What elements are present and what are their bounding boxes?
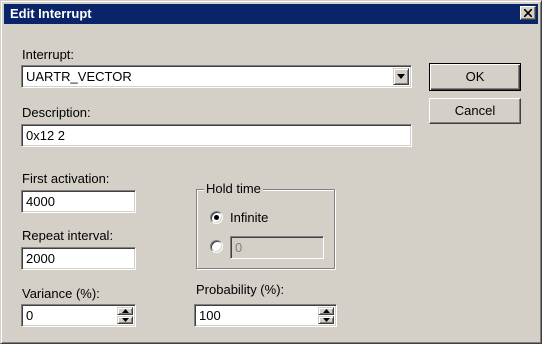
variance-spin-up[interactable] (117, 307, 133, 315)
interrupt-label: Interrupt: (22, 47, 75, 62)
interrupt-dropdown-button[interactable] (393, 68, 409, 85)
first-activation-label: First activation: (22, 171, 110, 186)
description-input[interactable]: 0x12 2 (21, 124, 412, 147)
interrupt-value: UARTR_VECTOR (26, 69, 132, 84)
description-label: Description: (22, 105, 91, 120)
probability-spin-up[interactable] (318, 307, 334, 315)
variance-spinbox[interactable]: 0 (21, 304, 136, 327)
edit-interrupt-dialog: Edit Interrupt Interrupt: UARTR_VECTOR D… (0, 0, 542, 344)
probability-value: 100 (199, 308, 221, 323)
radio-selected-dot (214, 215, 219, 220)
repeat-interval-input[interactable]: 2000 (21, 247, 136, 270)
hold-time-label: Hold time (204, 181, 263, 196)
hold-time-value: 0 (235, 240, 243, 255)
probability-label: Probability (%): (196, 282, 285, 297)
probability-spinbox[interactable]: 100 (194, 304, 337, 327)
close-button[interactable] (520, 6, 536, 20)
first-activation-input[interactable]: 4000 (21, 190, 136, 213)
title-bar[interactable]: Edit Interrupt (4, 4, 538, 24)
arrow-down-icon (122, 318, 129, 322)
cancel-button-label: Cancel (454, 103, 496, 118)
arrow-down-icon (323, 318, 330, 322)
variance-spin-down[interactable] (117, 316, 133, 324)
interrupt-combobox[interactable]: UARTR_VECTOR (21, 65, 412, 88)
arrow-up-icon (323, 309, 330, 313)
description-value: 0x12 2 (26, 128, 66, 143)
custom-hold-radio[interactable] (210, 240, 223, 253)
window-title: Edit Interrupt (10, 6, 92, 21)
arrow-up-icon (122, 309, 129, 313)
cancel-button[interactable]: Cancel (429, 98, 521, 124)
repeat-interval-label: Repeat interval: (22, 228, 114, 243)
ok-button-label: OK (465, 69, 485, 84)
first-activation-value: 4000 (26, 194, 55, 209)
ok-button[interactable]: OK (429, 63, 521, 91)
repeat-interval-value: 2000 (26, 251, 55, 266)
close-icon (524, 9, 532, 17)
variance-value: 0 (26, 308, 34, 323)
chevron-down-icon (397, 74, 405, 79)
probability-spin-down[interactable] (318, 316, 334, 324)
variance-label: Variance (%): (22, 286, 100, 301)
hold-time-input[interactable]: 0 (230, 236, 324, 259)
variance-spin-buttons (117, 307, 133, 324)
infinite-radio[interactable] (210, 211, 223, 224)
infinite-label: Infinite (230, 210, 269, 225)
probability-spin-buttons (318, 307, 334, 324)
